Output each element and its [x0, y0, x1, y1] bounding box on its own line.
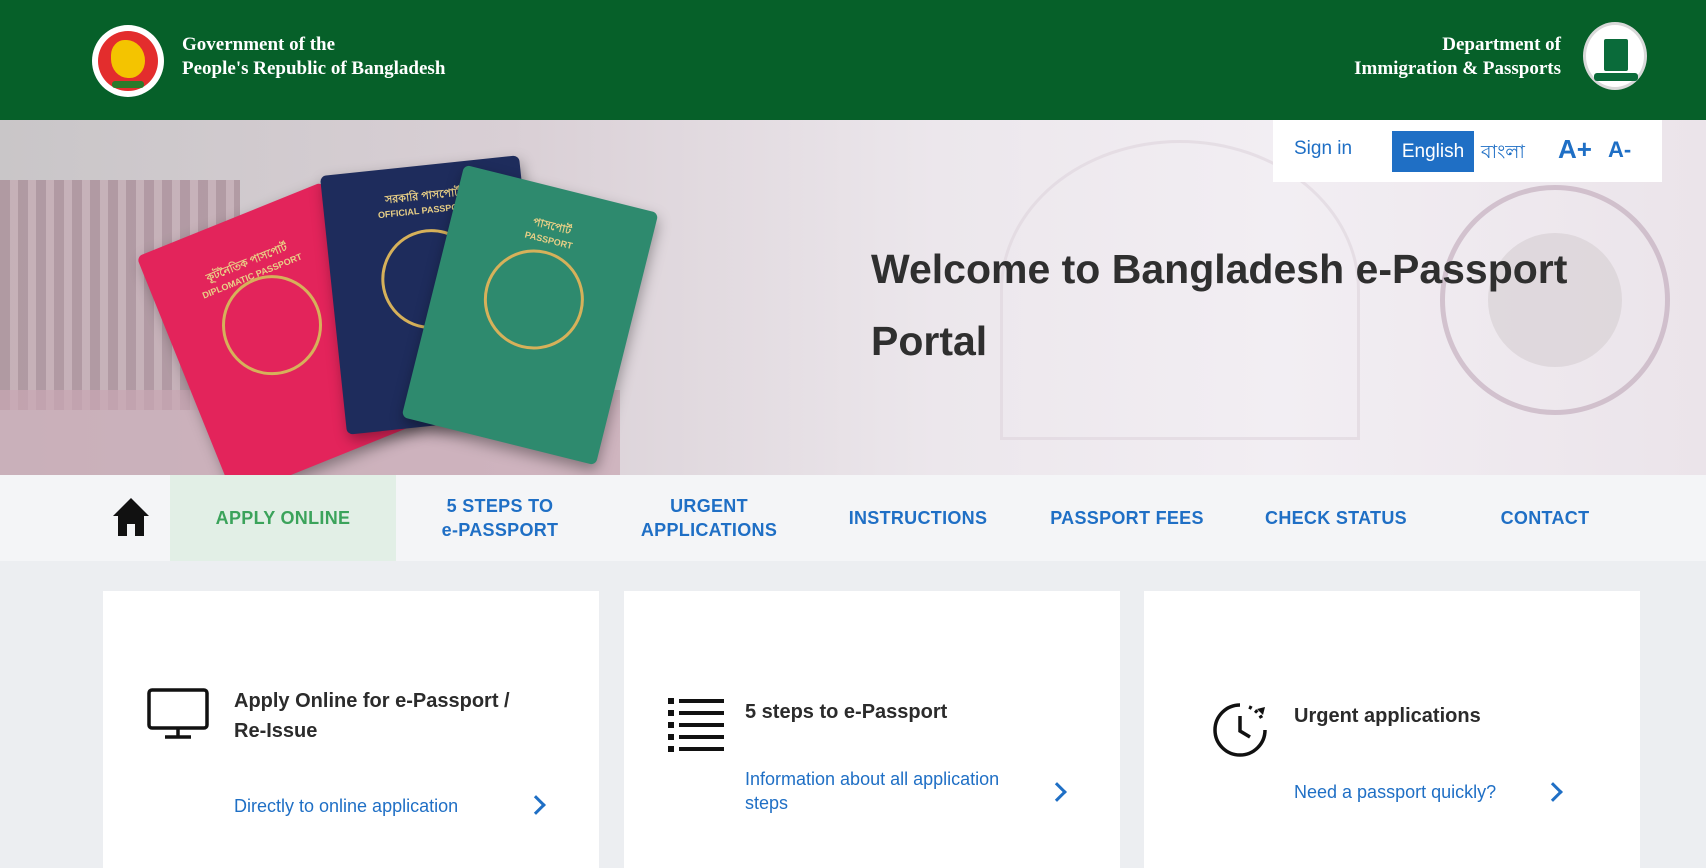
- nav-urgent-applications[interactable]: URGENT APPLICATIONS: [604, 475, 814, 561]
- nav-check-status[interactable]: CHECK STATUS: [1232, 475, 1440, 561]
- monitor-icon: [147, 688, 209, 739]
- welcome-heading: Welcome to Bangladesh e-Passport Portal: [871, 246, 1568, 364]
- nav-passport-fees[interactable]: PASSPORT FEES: [1022, 475, 1232, 561]
- card-title: Urgent applications: [1294, 705, 1481, 727]
- card-title: 5 steps to e-Passport: [745, 701, 948, 723]
- home-icon[interactable]: [111, 496, 151, 538]
- passport-quickly-link[interactable]: Need a passport quickly?: [1294, 780, 1496, 804]
- government-title: Government of the People's Republic of B…: [182, 34, 446, 79]
- utility-bar: Sign in English বাংলা A+ A-: [1273, 120, 1662, 182]
- card-5-steps[interactable]: 5 steps to e-Passport Information about …: [624, 591, 1120, 868]
- site-header: Government of the People's Republic of B…: [0, 0, 1706, 120]
- card-urgent-applications[interactable]: Urgent applications Need a passport quic…: [1144, 591, 1640, 868]
- application-steps-link[interactable]: Information about all application steps: [745, 767, 1035, 815]
- online-application-link[interactable]: Directly to online application: [234, 794, 458, 818]
- font-decrease-button[interactable]: A-: [1608, 137, 1631, 163]
- main-navigation: APPLY ONLINE 5 STEPS TO e-PASSPORT URGENT…: [0, 475, 1706, 561]
- language-bangla-button[interactable]: বাংলা: [1481, 138, 1525, 170]
- chevron-right-icon[interactable]: [1047, 782, 1067, 802]
- nav-contact[interactable]: CONTACT: [1440, 475, 1650, 561]
- chevron-right-icon[interactable]: [526, 795, 546, 815]
- sign-in-link[interactable]: Sign in: [1294, 138, 1352, 160]
- list-icon: [668, 698, 724, 752]
- dip-logo-icon[interactable]: [1583, 22, 1647, 90]
- government-emblem-icon[interactable]: [92, 25, 164, 97]
- language-english-button[interactable]: English: [1392, 131, 1474, 172]
- card-title: Apply Online for e-Passport / Re-Issue: [234, 690, 510, 742]
- card-apply-online[interactable]: Apply Online for e-Passport / Re-Issue D…: [103, 591, 599, 868]
- nav-instructions[interactable]: INSTRUCTIONS: [814, 475, 1022, 561]
- nav-apply-online[interactable]: APPLY ONLINE: [170, 475, 396, 561]
- chevron-right-icon[interactable]: [1543, 782, 1563, 802]
- nav-5-steps[interactable]: 5 STEPS TO e-PASSPORT: [396, 475, 604, 561]
- department-title: Department of Immigration & Passports: [1354, 34, 1561, 79]
- clock-icon: [1213, 703, 1267, 757]
- font-increase-button[interactable]: A+: [1558, 134, 1592, 165]
